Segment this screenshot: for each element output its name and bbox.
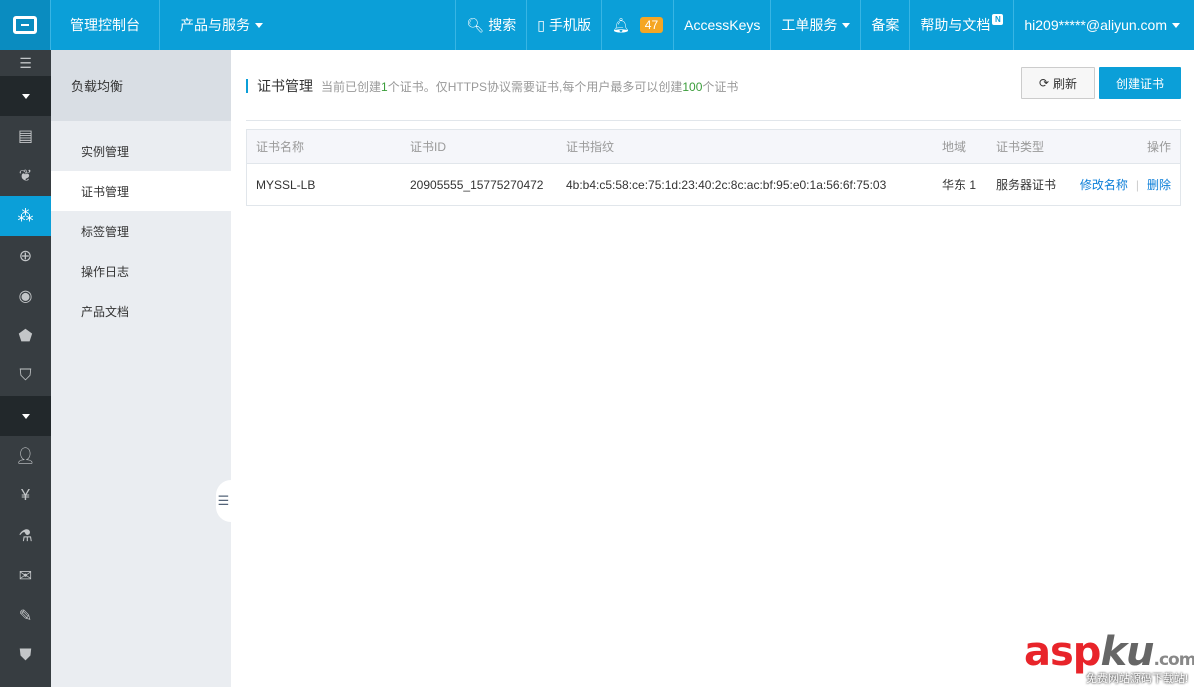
tickets-menu[interactable]: 工单服务 [771, 0, 862, 50]
search-button[interactable]: 🔍︎ 搜索 [456, 0, 528, 50]
caret-down-icon [21, 93, 30, 99]
top-navbar: 管理控制台 产品与服务 🔍︎ 搜索 ▯ 手机版 🔔︎ 47 AccessKeys 工单… [0, 0, 1194, 50]
beian-link[interactable]: 备案 [861, 0, 911, 50]
monitor-icon[interactable]: ⛉ [0, 356, 51, 396]
desc-prefix: 当前已创建 [321, 79, 382, 94]
row-actions: 修改名称 | 删除 [1080, 176, 1171, 193]
console-link[interactable]: 管理控制台 [51, 0, 160, 50]
cert-type: 服务器证书 [996, 178, 1057, 192]
main-content: 证书管理 当前已创建1个证书。仅HTTPS协议需要证书,每个用户最多可以创建10… [231, 50, 1194, 687]
header-divider [246, 120, 1181, 121]
aliyun-logo[interactable] [0, 0, 51, 50]
col-header-type: 证书类型 [996, 140, 1045, 154]
products-menu[interactable]: 产品与服务 [160, 0, 283, 50]
notification-count-badge: 47 [639, 17, 664, 33]
badge-icon[interactable]: ⛊ [0, 636, 51, 676]
sidebar-title: 负载均衡 [51, 50, 231, 121]
slb-icon[interactable]: ⁂ [0, 196, 51, 236]
user-account-label: hi209*****@aliyun.com [1024, 17, 1167, 33]
certificate-table: 证书名称 证书ID 证书指纹 地域 证书类型 操作 MYSSL-LB 20905… [246, 129, 1181, 206]
pen-icon[interactable]: ✎ [0, 596, 51, 636]
col-header-region: 地域 [942, 140, 967, 154]
page-header: 证书管理 当前已创建1个证书。仅HTTPS协议需要证书,每个用户最多可以创建10… [246, 76, 738, 96]
sidebar-item-certificates[interactable]: 证书管理 [51, 171, 231, 211]
site-watermark: aspku.com 免费网站源码下载站! [1024, 628, 1194, 687]
bell-icon: 🔔︎ [611, 16, 630, 33]
cert-region: 华东 1 [942, 178, 977, 192]
refresh-icon: ⟳ [1038, 76, 1050, 90]
accesskeys-label: AccessKeys [684, 17, 761, 33]
page-title: 证书管理 [257, 78, 313, 94]
mobile-link[interactable]: ▯ 手机版 [527, 0, 602, 50]
refresh-button[interactable]: ⟳ 刷新 [1021, 67, 1095, 99]
user-menu[interactable]: hi209*****@aliyun.com [1014, 0, 1194, 50]
desc-suffix: 个证书 [702, 79, 739, 94]
create-label: 创建证书 [1115, 76, 1164, 91]
search-icon: 🔍︎ [466, 16, 485, 33]
sidebar-item-logs[interactable]: 操作日志 [51, 251, 231, 291]
shield-icon[interactable]: ⬟ [0, 316, 51, 356]
help-docs-link[interactable]: 帮助与文档 N [910, 0, 1015, 50]
new-badge: N [992, 13, 1004, 25]
page-description: 当前已创建1个证书。仅HTTPS协议需要证书,每个用户最多可以创建100个证书 [321, 78, 738, 95]
col-header-actions: 操作 [1146, 140, 1171, 154]
cert-name: MYSSL-LB [256, 177, 316, 192]
cert-max: 100 [682, 79, 703, 94]
beian-label: 备案 [871, 17, 900, 33]
caret-down-icon [21, 413, 30, 419]
watermark-tagline: 免费网站源码下载站! [1086, 673, 1189, 685]
sidebar-item-instances[interactable]: 实例管理 [51, 131, 231, 171]
cert-count: 1 [381, 79, 388, 94]
tickets-label: 工单服务 [781, 17, 838, 33]
watermark-asp: asp [1024, 629, 1101, 675]
refresh-label: 刷新 [1053, 76, 1078, 91]
console-label: 管理控制台 [70, 17, 140, 33]
caret-down-icon [842, 22, 851, 28]
topbar-spacer [283, 0, 457, 50]
caret-down-icon [1172, 22, 1180, 28]
col-header-id: 证书ID [410, 140, 447, 154]
desc-middle: 个证书。仅HTTPS协议需要证书,每个用户最多可以创建 [387, 79, 683, 94]
table-header-row: 证书名称 证书ID 证书指纹 地域 证书类型 操作 [247, 130, 1180, 164]
expand-group-icon[interactable] [0, 396, 51, 436]
globe-icon[interactable]: ⊕ [0, 236, 51, 276]
mail-icon[interactable]: ✉ [0, 556, 51, 596]
server-icon[interactable]: ▤ [0, 116, 51, 156]
notifications-button[interactable]: 🔔︎ 47 [602, 0, 675, 50]
table-row: MYSSL-LB 20905555_15775270472 4b:b4:c5:5… [247, 164, 1180, 205]
accesskeys-link[interactable]: AccessKeys [674, 0, 772, 50]
collapse-sidebar-handle[interactable]: ☰ [216, 480, 231, 522]
logo-icon [13, 16, 37, 34]
flask-icon[interactable]: ⚗ [0, 516, 51, 556]
create-certificate-button[interactable]: 创建证书 [1099, 67, 1181, 99]
title-accent-bar [246, 79, 248, 93]
expand-group-icon[interactable] [0, 76, 51, 116]
rename-link[interactable]: 修改名称 [1080, 178, 1128, 192]
sidebar-item-tags[interactable]: 标签管理 [51, 211, 231, 251]
secondary-sidebar: 负载均衡 实例管理 证书管理 标签管理 操作日志 产品文档 ☰ [51, 50, 231, 687]
mobile-label: 手机版 [548, 17, 591, 33]
products-label: 产品与服务 [180, 17, 250, 33]
col-header-fingerprint: 证书指纹 [566, 140, 615, 154]
menu-toggle-icon[interactable]: ☰ [0, 50, 51, 76]
cert-id: 20905555_15775270472 [410, 177, 544, 192]
search-label: 搜索 [488, 17, 517, 33]
help-label: 帮助与文档 [920, 17, 991, 33]
product-icon-sidebar: ☰ ▤ ❦ ⁂ ⊕ ◉ ⬟ ⛉ 👤︎ ¥ ⚗ ✉ ✎ ⛊ [0, 50, 51, 687]
yen-icon[interactable]: ¥ [0, 476, 51, 516]
cert-fingerprint: 4b:b4:c5:58:ce:75:1d:23:40:2c:8c:ac:bf:9… [566, 177, 887, 192]
sidebar-item-docs[interactable]: 产品文档 [51, 291, 231, 331]
watermark-com: .com [1153, 650, 1194, 670]
dog-icon[interactable]: ❦ [0, 156, 51, 196]
dns-icon[interactable]: ◉ [0, 276, 51, 316]
delete-link[interactable]: 删除 [1147, 178, 1171, 192]
caret-down-icon [255, 22, 263, 28]
user-icon[interactable]: 👤︎ [0, 436, 51, 476]
action-separator: | [1135, 178, 1139, 192]
mobile-icon: ▯ [537, 16, 545, 33]
col-header-name: 证书名称 [256, 140, 305, 154]
watermark-ku: ku [1100, 629, 1154, 675]
